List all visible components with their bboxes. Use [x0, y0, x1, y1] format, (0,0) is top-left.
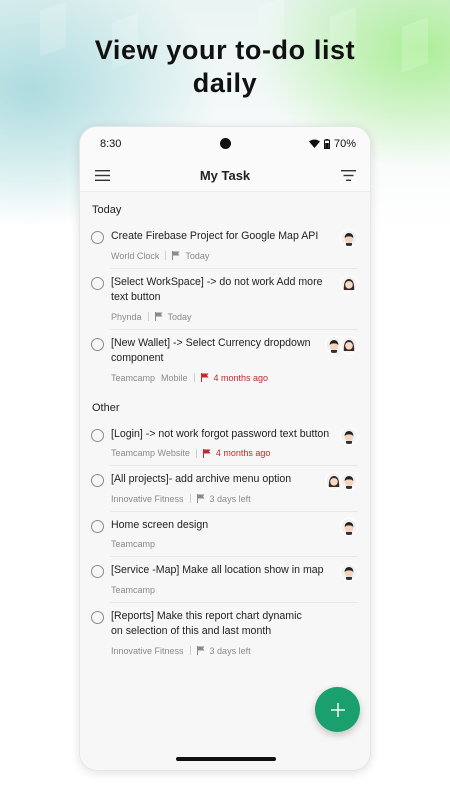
task-due: 3 days left: [209, 645, 251, 656]
task-project: Innovative Fitness: [111, 645, 184, 656]
task-title: [Login] -> not work forgot password text…: [111, 427, 330, 440]
flag-icon: [200, 373, 209, 382]
status-bar: 8:30 70%: [80, 127, 370, 160]
flag-icon: [154, 312, 163, 321]
wifi-icon: [308, 139, 320, 148]
flag-icon: [172, 251, 180, 260]
task-checkbox[interactable]: [91, 276, 104, 290]
task-title: [All projects]- add archive menu option: [111, 473, 292, 485]
task-item[interactable]: [Login] -> not work forgot password text…: [80, 420, 370, 466]
task-title: [Reports] Make this report chart dynamic…: [111, 609, 302, 638]
headline: View your to-do list daily: [0, 34, 450, 100]
battery-percent: 70%: [333, 137, 356, 150]
status-system-icons: 70%: [308, 137, 356, 150]
task-due: 4 months ago: [213, 372, 269, 383]
menu-icon[interactable]: [94, 168, 110, 184]
task-checkbox[interactable]: [91, 565, 104, 578]
camera-cutout: [220, 138, 231, 149]
home-indicator: [176, 757, 276, 761]
status-time: 8:30: [100, 137, 122, 150]
app-bar: My Task: [80, 160, 370, 192]
headline-line-1: View your to-do list: [94, 35, 356, 65]
task-item[interactable]: [Select WorkSpace] -> do not work Add mo…: [80, 267, 370, 329]
battery-icon: [323, 138, 330, 149]
task-title: Home screen design: [111, 518, 209, 531]
section-header-other: Other: [92, 401, 120, 414]
filter-icon[interactable]: [340, 168, 356, 184]
section-header-today: Today: [92, 204, 122, 216]
task-item[interactable]: Home screen design Teamcamp: [80, 510, 370, 557]
flag-icon: [196, 494, 205, 503]
task-project: Teamcamp Website: [111, 448, 190, 458]
page-title: My Task: [199, 168, 251, 183]
task-checkbox[interactable]: [91, 337, 104, 351]
assignee-avatars: [325, 472, 358, 505]
task-checkbox[interactable]: [91, 474, 104, 487]
headline-line-2: daily: [192, 68, 258, 98]
assignee-avatars: [325, 335, 358, 384]
assignee-avatars: [340, 229, 358, 262]
task-project: Teamcamp: [111, 372, 156, 383]
task-due: Today: [167, 311, 192, 322]
task-project: World Clock: [111, 250, 160, 261]
task-title: Create Firebase Project for Google Map A…: [111, 230, 319, 242]
avatar: [340, 335, 358, 354]
assignee-avatars: [340, 274, 358, 323]
task-checkbox[interactable]: [91, 231, 104, 244]
add-task-button[interactable]: [315, 687, 360, 732]
avatar: [340, 563, 358, 581]
assignee-avatars: [340, 563, 358, 596]
task-project: Teamcamp: [111, 539, 156, 549]
task-title: [New Wallet] -> Select Currency dropdown…: [111, 336, 311, 365]
task-checkbox[interactable]: [91, 610, 104, 624]
flag-icon: [196, 646, 205, 655]
task-checkbox[interactable]: [91, 428, 104, 442]
flag-icon: [202, 448, 211, 458]
assignee-avatars: [340, 426, 358, 460]
avatar: [340, 229, 358, 247]
assignee-avatars: [340, 517, 358, 551]
phone-frame: 8:30 70% My Task Today Create Firebase P…: [79, 126, 371, 771]
task-title: [Select WorkSpace] -> do not work Add mo…: [111, 275, 323, 304]
avatar: [340, 517, 358, 536]
task-project: Innovative Fitness: [111, 493, 184, 504]
task-due: Today: [185, 250, 210, 261]
task-item[interactable]: [All projects]- add archive menu option …: [80, 465, 370, 511]
task-project: Phynda: [111, 311, 142, 322]
avatar: [340, 472, 358, 490]
task-project-tag: Mobile: [161, 372, 188, 383]
task-checkbox[interactable]: [91, 519, 104, 533]
task-due: 4 months ago: [215, 448, 271, 458]
task-item[interactable]: [Reports] Make this report chart dynamic…: [80, 601, 370, 663]
avatar: [340, 274, 358, 293]
plus-icon: [330, 702, 345, 717]
task-list[interactable]: Today Create Firebase Project for Google…: [80, 192, 370, 663]
avatar: [340, 426, 358, 445]
task-project: Teamcamp: [111, 584, 156, 595]
task-item[interactable]: Create Firebase Project for Google Map A…: [80, 222, 370, 268]
task-due: 3 days left: [209, 493, 251, 504]
task-item[interactable]: [New Wallet] -> Select Currency dropdown…: [80, 328, 370, 390]
task-title: [Service -Map] Make all location show in…: [111, 564, 324, 576]
task-item[interactable]: [Service -Map] Make all location show in…: [80, 556, 370, 602]
